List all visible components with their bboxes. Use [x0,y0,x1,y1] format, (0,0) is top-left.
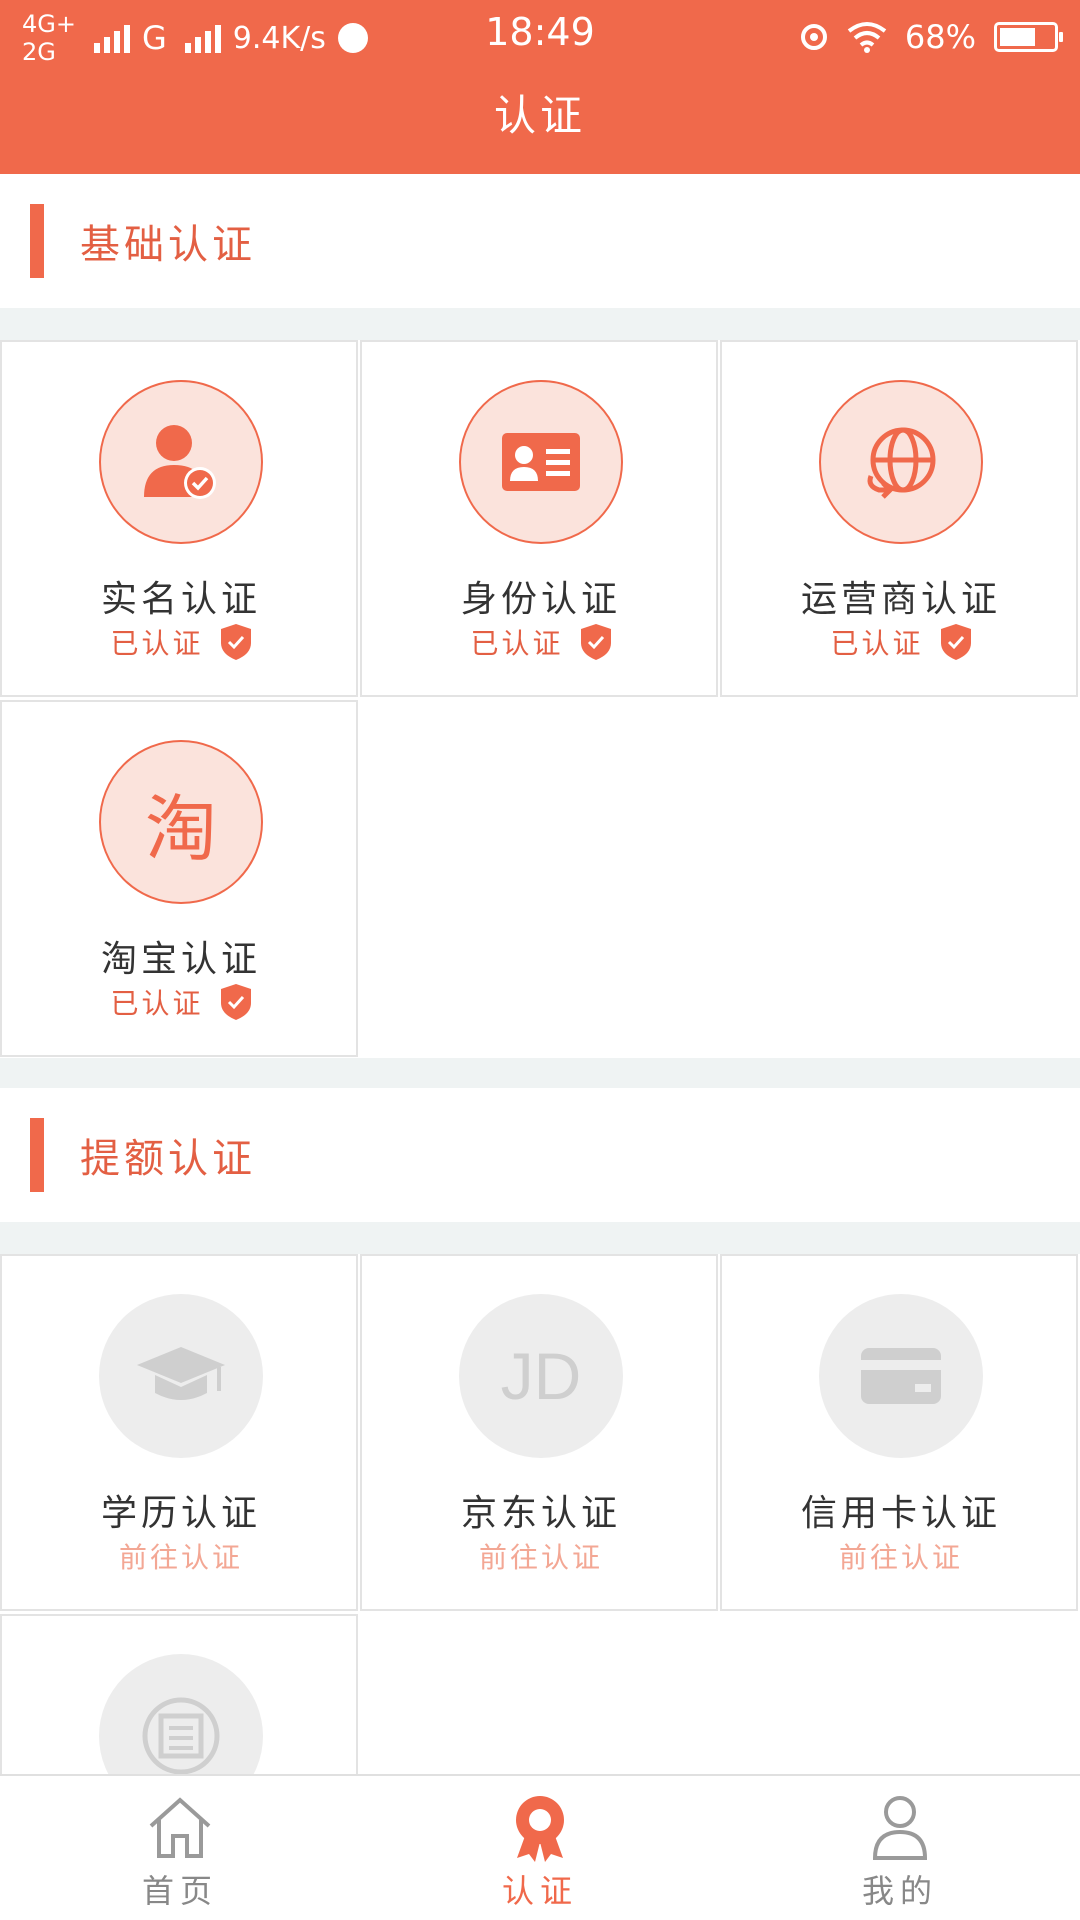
badge-icon [516,1796,564,1862]
basic-grid: 实名认证 已认证 身份认证 已认证 运营商认证 已认证 淘 淘宝认证 已认证 [0,340,1080,1058]
taobao-icon: 淘 [144,786,217,871]
home-icon [149,1797,211,1858]
status-link[interactable]: 前往认证 [479,1536,603,1576]
basic-section-header: 基础认证 [0,174,1080,308]
id-card-icon [502,433,580,491]
card-title: 身份认证 [460,579,621,620]
tab-certify[interactable]: 认证 [360,1776,720,1920]
status-link[interactable]: 前往认证 [839,1536,963,1576]
realname-icon-circle [99,380,263,544]
card-education[interactable]: 学历认证 前往认证 [0,1254,358,1611]
tab-label: 我的 [861,1872,938,1910]
card-status: 已认证 [2,982,360,1022]
battery-fill [1000,28,1036,46]
card-status: 已认证 [362,622,720,662]
tab-label: 首页 [141,1872,218,1910]
status-text: 已认证 [110,987,204,1020]
card-status: 已认证 [2,622,360,662]
battery-percent: 68% [904,18,976,56]
card-realname[interactable]: 实名认证 已认证 [0,340,358,697]
card-title: 实名认证 [100,579,261,620]
card-identity[interactable]: 身份认证 已认证 [360,340,718,697]
card-jd[interactable]: JD 京东认证 前往认证 [360,1254,718,1611]
user-icon [872,1796,928,1860]
section-divider [0,1058,1080,1088]
status-text: 已认证 [470,627,564,660]
card-title: 淘宝认证 [100,939,261,980]
card-status: 已认证 [722,622,1080,662]
card-status: 前往认证 [362,1536,720,1576]
jd-icon-circle: JD [459,1294,623,1458]
shield-check-icon [220,984,251,1020]
bottom-tab-bar: 首页 认证 我的 [0,1774,1080,1920]
shield-check-icon [940,624,971,660]
quota-section-header: 提额认证 [0,1088,1080,1222]
identity-icon-circle [459,380,623,544]
status-right: 68% [799,12,1063,62]
shield-check-icon [220,624,251,660]
card-status: 前往认证 [722,1536,1080,1576]
card-title: 运营商认证 [800,579,1001,620]
rotation-lock-icon [800,24,827,50]
tab-label: 认证 [501,1872,578,1910]
wifi-icon [847,22,887,53]
credit-report-icon [142,1697,220,1774]
person-verified-icon [144,425,216,499]
card-title: 学历认证 [100,1493,261,1534]
tab-mine[interactable]: 我的 [720,1776,1080,1920]
globe-icon [867,427,936,499]
page-title: 认证 [493,91,586,140]
credit-card-icon-circle [819,1294,983,1458]
card-status: 前往认证 [2,1536,360,1576]
shield-check-icon [580,624,611,660]
status-text: 已认证 [110,627,204,660]
status-bar: 4G+ 2G G 9.4K/s 18:49 68% [0,0,1080,70]
section-accent-bar [30,204,44,278]
section-divider [0,1222,1080,1254]
basic-section-title: 基础认证 [80,222,256,268]
credit-report-icon-circle [99,1654,263,1774]
card-carrier[interactable]: 运营商认证 已认证 [720,340,1078,697]
card-taobao[interactable]: 淘 淘宝认证 已认证 [0,700,358,1057]
carrier-icon-circle [819,380,983,544]
quota-grid: 学历认证 前往认证 JD 京东认证 前往认证 信用卡认证 前往认证 [0,1254,1080,1774]
status-text: 已认证 [830,627,924,660]
card-credit-report[interactable] [0,1614,358,1774]
section-accent-bar [30,1118,44,1192]
credit-card-icon [861,1348,941,1404]
jd-icon: JD [500,1339,582,1413]
app-header: 4G+ 2G G 9.4K/s 18:49 68% 认证 [0,0,1080,174]
education-icon-circle [99,1294,263,1458]
status-link[interactable]: 前往认证 [119,1536,243,1576]
card-title: 京东认证 [460,1493,621,1534]
graduation-cap-icon [137,1347,225,1400]
tab-home[interactable]: 首页 [0,1776,360,1920]
card-credit-card[interactable]: 信用卡认证 前往认证 [720,1254,1078,1611]
taobao-icon-circle: 淘 [99,740,263,904]
card-title: 信用卡认证 [800,1493,1001,1534]
quota-section-title: 提额认证 [80,1136,256,1182]
battery-icon [994,22,1063,52]
section-divider [0,308,1080,340]
